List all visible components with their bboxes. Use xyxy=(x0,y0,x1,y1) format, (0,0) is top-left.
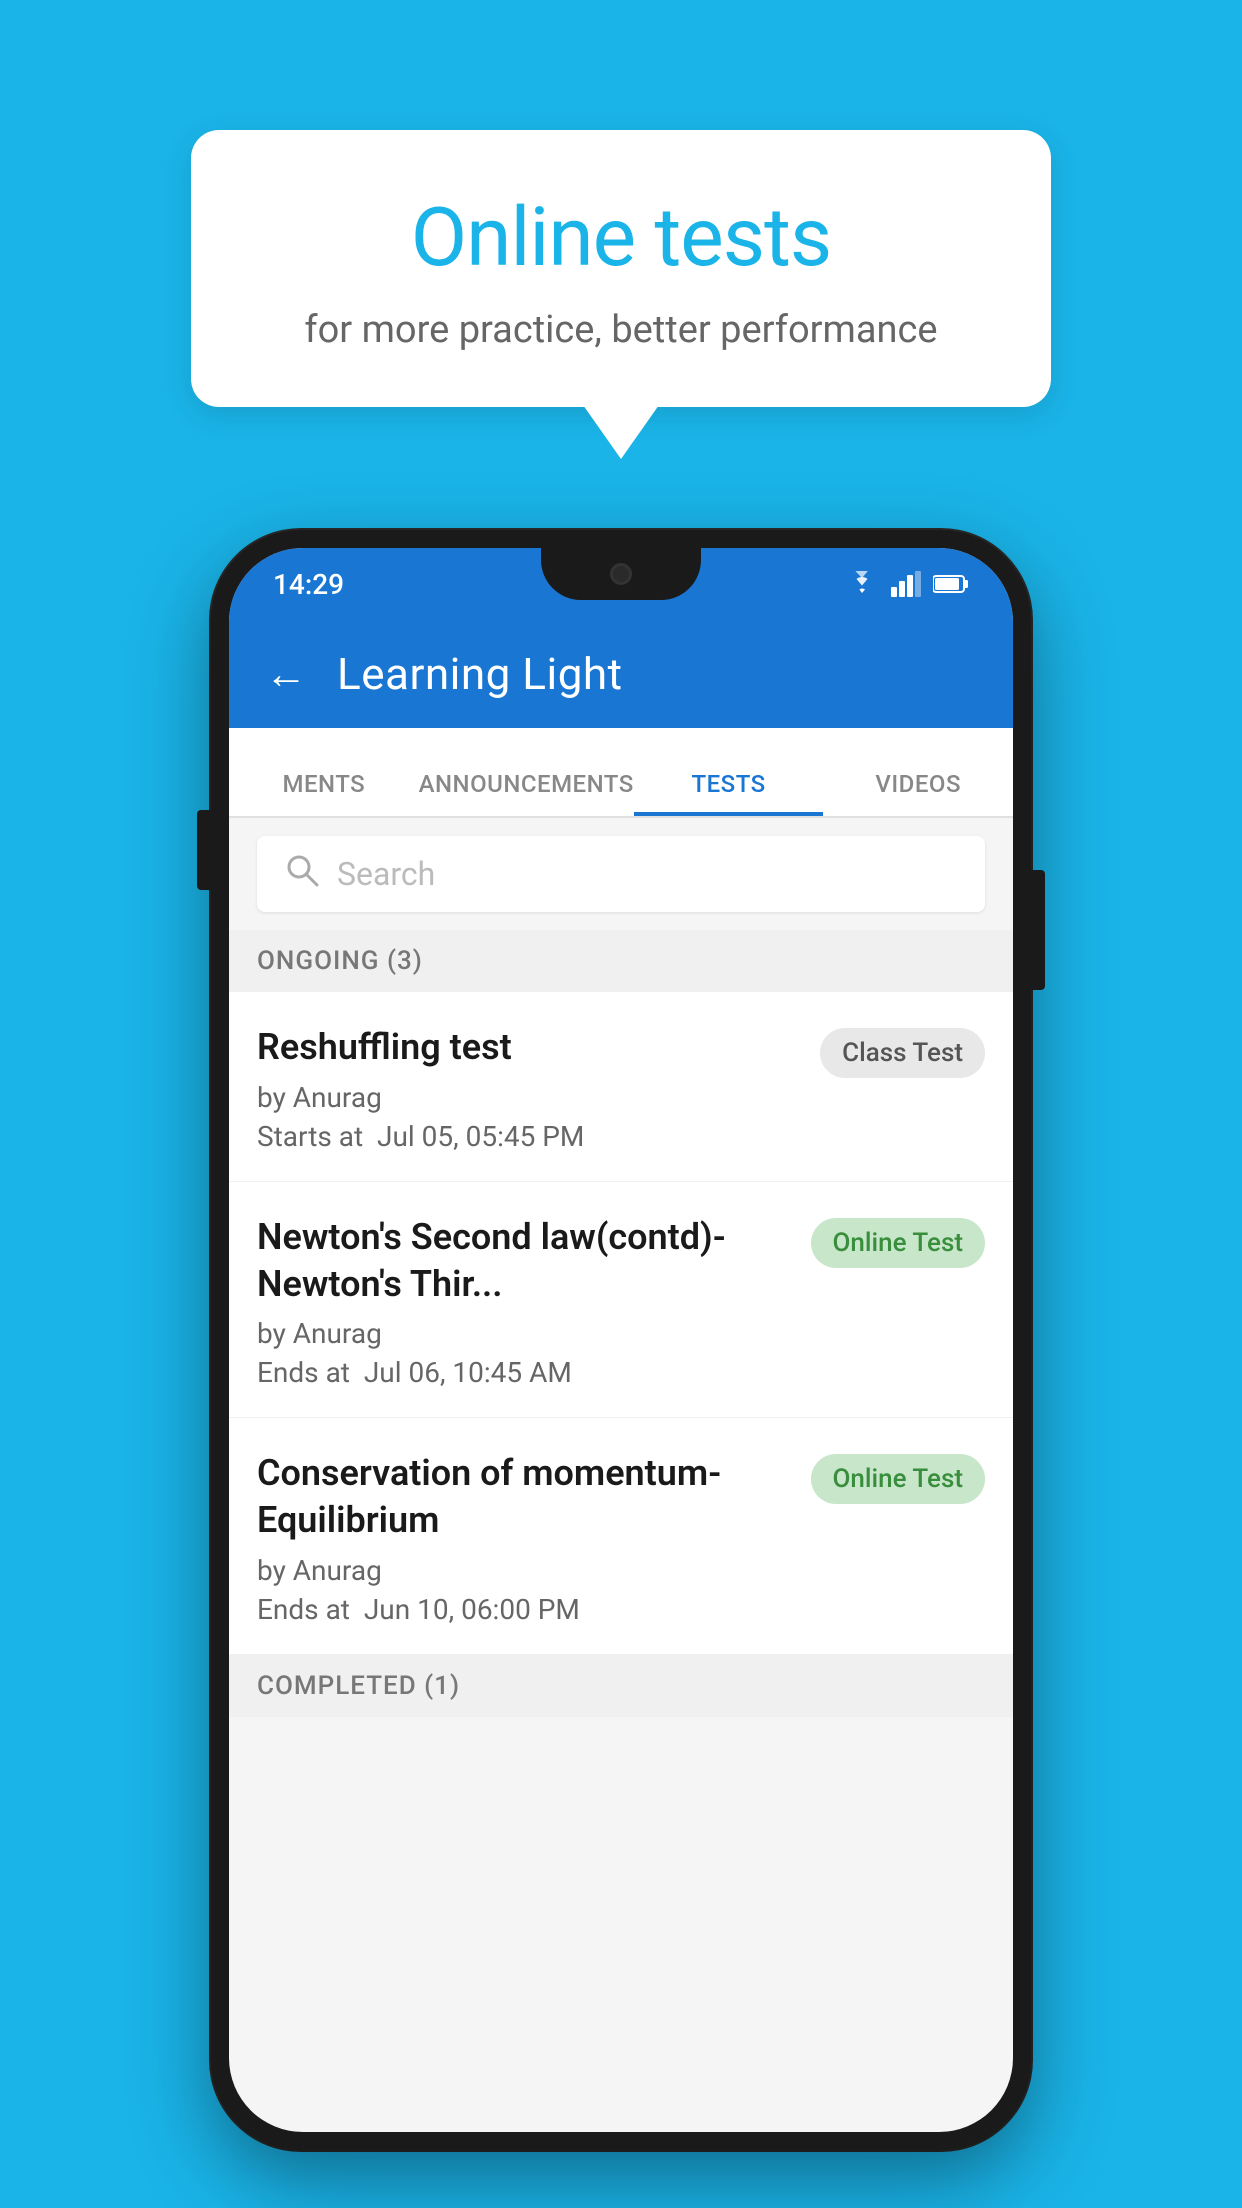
phone-wrapper: 14:29 xyxy=(211,530,1031,2150)
phone-notch xyxy=(541,548,701,600)
tab-videos[interactable]: VIDEOS xyxy=(823,728,1013,816)
speech-bubble-container: Online tests for more practice, better p… xyxy=(191,130,1051,407)
app-title: Learning Light xyxy=(337,648,623,700)
test-date: Ends at Jun 10, 06:00 PM xyxy=(257,1593,791,1626)
wifi-icon xyxy=(845,571,879,597)
test-info: Conservation of momentum-Equilibrium by … xyxy=(257,1450,791,1626)
test-item[interactable]: Newton's Second law(contd)-Newton's Thir… xyxy=(229,1182,1013,1419)
test-date: Starts at Jul 05, 05:45 PM xyxy=(257,1120,800,1153)
status-icons xyxy=(845,571,969,597)
phone-screen: 14:29 xyxy=(229,548,1013,2132)
test-name: Conservation of momentum-Equilibrium xyxy=(257,1450,791,1544)
tab-ments[interactable]: MENTS xyxy=(229,728,419,816)
bubble-title: Online tests xyxy=(261,190,981,286)
search-container: Search xyxy=(229,818,1013,930)
signal-icon xyxy=(891,571,921,597)
test-list: Reshuffling test by Anurag Starts at Jul… xyxy=(229,992,1013,1655)
test-badge: Online Test xyxy=(811,1454,986,1504)
test-by: by Anurag xyxy=(257,1081,800,1114)
test-date: Ends at Jul 06, 10:45 AM xyxy=(257,1356,791,1389)
search-placeholder-text: Search xyxy=(337,855,435,893)
camera xyxy=(610,563,632,585)
test-info: Newton's Second law(contd)-Newton's Thir… xyxy=(257,1214,791,1390)
test-badge: Online Test xyxy=(811,1218,986,1268)
test-info: Reshuffling test by Anurag Starts at Jul… xyxy=(257,1024,800,1153)
completed-section-header: COMPLETED (1) xyxy=(229,1655,1013,1717)
battery-icon xyxy=(933,573,969,595)
back-button[interactable]: ← xyxy=(265,650,307,699)
test-by: by Anurag xyxy=(257,1554,791,1587)
tab-announcements[interactable]: ANNOUNCEMENTS xyxy=(419,728,634,816)
phone-frame: 14:29 xyxy=(211,530,1031,2150)
status-time: 14:29 xyxy=(273,568,344,601)
test-name: Newton's Second law(contd)-Newton's Thir… xyxy=(257,1214,791,1308)
test-badge: Class Test xyxy=(820,1028,985,1078)
test-item[interactable]: Conservation of momentum-Equilibrium by … xyxy=(229,1418,1013,1655)
tab-bar: MENTS ANNOUNCEMENTS TESTS VIDEOS xyxy=(229,728,1013,818)
bubble-subtitle: for more practice, better performance xyxy=(261,308,981,352)
speech-bubble: Online tests for more practice, better p… xyxy=(191,130,1051,407)
test-item[interactable]: Reshuffling test by Anurag Starts at Jul… xyxy=(229,992,1013,1182)
search-bar[interactable]: Search xyxy=(257,836,985,912)
test-by: by Anurag xyxy=(257,1317,791,1350)
app-header: ← Learning Light xyxy=(229,620,1013,728)
tab-tests[interactable]: TESTS xyxy=(634,728,824,816)
ongoing-section-header: ONGOING (3) xyxy=(229,930,1013,992)
test-name: Reshuffling test xyxy=(257,1024,800,1071)
search-icon xyxy=(285,853,319,896)
